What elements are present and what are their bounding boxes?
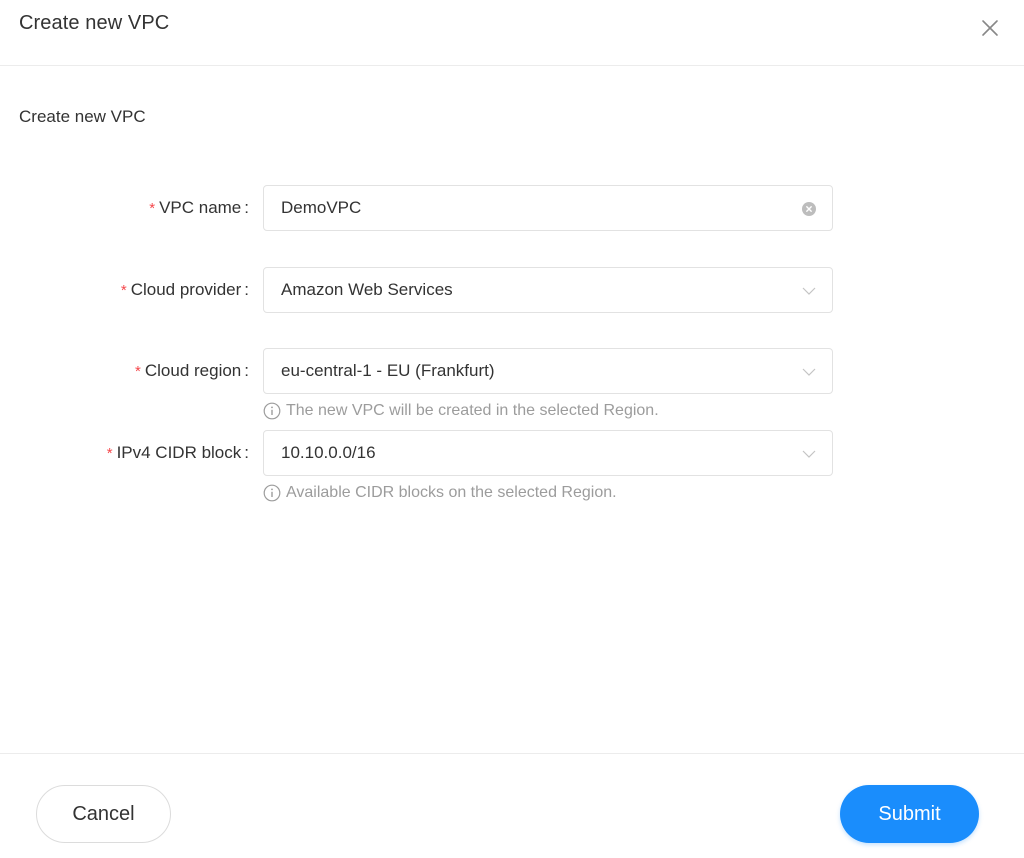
required-mark: *: [120, 281, 127, 299]
label-text: Cloud provider: [130, 280, 242, 299]
help-text: Available CIDR blocks on the selected Re…: [286, 484, 617, 501]
label-text: IPv4 CIDR block: [116, 443, 242, 462]
label-colon: :: [244, 443, 249, 462]
cidr-block-label: * IPv4 CIDR block :: [107, 430, 252, 476]
label-colon: :: [244, 361, 249, 380]
cloud-region-value: eu-central-1 - EU (Frankfurt): [281, 361, 495, 380]
cancel-button[interactable]: Cancel: [36, 785, 171, 843]
modal-header: Create new VPC: [0, 0, 1024, 66]
form-row-cidr-block: * IPv4 CIDR block : 10.10.0.0/16: [0, 430, 1024, 476]
cidr-block-select[interactable]: 10.10.0.0/16: [263, 430, 833, 476]
vpc-name-input[interactable]: DemoVPC: [263, 185, 833, 231]
vpc-name-label: * VPC name :: [149, 185, 252, 231]
cloud-region-select[interactable]: eu-central-1 - EU (Frankfurt): [263, 348, 833, 394]
required-mark: *: [106, 444, 113, 462]
label-colon: :: [244, 198, 249, 217]
required-mark: *: [135, 362, 141, 380]
clear-icon[interactable]: [802, 202, 816, 216]
modal-footer: Cancel Submit: [0, 753, 1024, 858]
cidr-block-value: 10.10.0.0/16: [281, 443, 376, 462]
form-row-cloud-region: * Cloud region : eu-central-1 - EU (Fran…: [0, 348, 1024, 394]
help-text: The new VPC will be created in the selec…: [286, 402, 659, 419]
chevron-down-icon: [802, 447, 816, 461]
cloud-provider-label: * Cloud provider :: [121, 267, 252, 313]
cloud-region-label: * Cloud region :: [135, 348, 252, 394]
cloud-provider-select[interactable]: Amazon Web Services: [263, 267, 833, 313]
label-text: Cloud region: [144, 361, 242, 380]
modal-title: Create new VPC: [19, 12, 170, 34]
vpc-name-value: DemoVPC: [281, 198, 362, 217]
cloud-provider-value: Amazon Web Services: [281, 280, 453, 299]
cloud-region-help: The new VPC will be created in the selec…: [263, 400, 659, 422]
close-icon: [978, 16, 1002, 40]
info-icon: [263, 484, 281, 502]
chevron-down-icon: [802, 365, 816, 379]
chevron-down-icon: [802, 284, 816, 298]
label-text: VPC name: [159, 198, 242, 217]
info-icon: [263, 402, 281, 420]
section-title: Create new VPC: [19, 107, 146, 126]
submit-button[interactable]: Submit: [840, 785, 979, 843]
form-row-cloud-provider: * Cloud provider : Amazon Web Services: [0, 267, 1024, 313]
required-mark: *: [149, 199, 156, 217]
create-vpc-modal: Create new VPC Create new VPC * VPC name…: [0, 0, 1024, 858]
label-colon: :: [244, 280, 249, 299]
cidr-block-help: Available CIDR blocks on the selected Re…: [263, 482, 617, 504]
close-button[interactable]: [978, 16, 1002, 40]
form-row-vpc-name: * VPC name : DemoVPC: [0, 185, 1024, 231]
